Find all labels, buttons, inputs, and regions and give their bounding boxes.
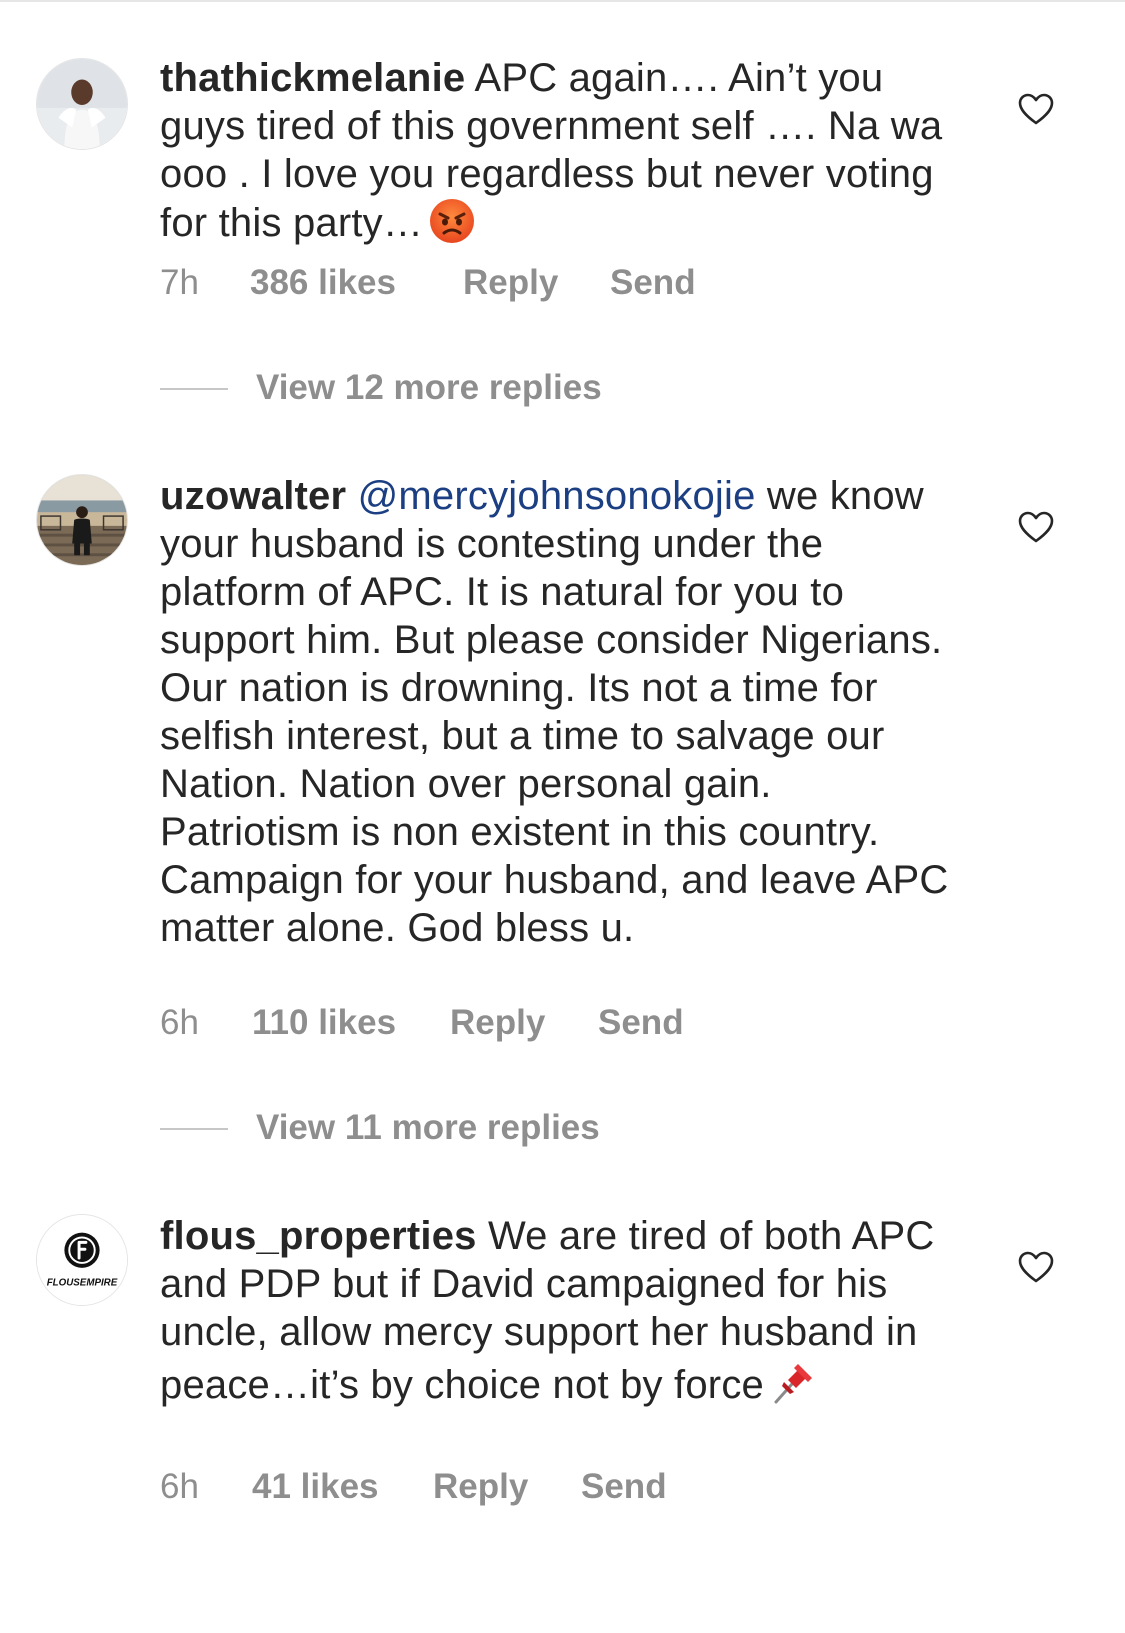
heart-outline-icon[interactable] [1017, 92, 1055, 126]
reply-button[interactable]: Reply [450, 1003, 545, 1043]
replies-divider-line [160, 388, 228, 390]
view-replies-label: View 11 more replies [256, 1108, 600, 1147]
send-button[interactable]: Send [598, 1003, 684, 1043]
angry-face-emoji [429, 198, 475, 255]
comment-time: 6h [160, 1467, 199, 1506]
pushpin-emoji [770, 1356, 820, 1417]
reply-button[interactable]: Reply [463, 263, 558, 303]
avatar-photo-icon [37, 475, 127, 565]
send-button[interactable]: Send [610, 263, 696, 303]
heart-outline-icon[interactable] [1017, 510, 1055, 544]
mention-link[interactable]: @mercyjohnsonokojie [358, 474, 756, 518]
heart-outline-icon[interactable] [1017, 1250, 1055, 1284]
comment-meta: 6h 110 likes Reply Send [160, 1003, 760, 1043]
comment-meta: 7h 386 likes Reply Send [160, 263, 760, 303]
username[interactable]: flous_properties [160, 1214, 477, 1258]
flousempire-logo-icon: FLOUSEMPIRE [37, 1215, 127, 1305]
likes-count[interactable]: 386 likes [250, 263, 396, 303]
comment-meta: 6h 41 likes Reply Send [160, 1467, 760, 1507]
comment-time: 6h [160, 1003, 199, 1042]
avatar-logo-text: FLOUSEMPIRE [47, 1277, 118, 1288]
avatar-photo-icon [37, 59, 127, 149]
comment-text: flous_properties We are tired of both AP… [160, 1212, 950, 1417]
view-more-replies-button[interactable]: View 11 more replies [160, 1108, 680, 1148]
comment-time: 7h [160, 263, 199, 302]
send-button[interactable]: Send [581, 1467, 667, 1507]
likes-count[interactable]: 41 likes [252, 1467, 379, 1507]
replies-divider-line [160, 1128, 228, 1130]
reply-button[interactable]: Reply [433, 1467, 528, 1507]
username[interactable]: thathickmelanie [160, 56, 465, 100]
likes-count[interactable]: 110 likes [252, 1003, 396, 1043]
comment-body: we know your husband is contesting under… [160, 474, 949, 950]
comment-text: uzowalter @mercyjohnsonokojie we know yo… [160, 472, 950, 952]
username[interactable]: uzowalter [160, 474, 346, 518]
comment-text: thathickmelanie APC again…. Ain’t you gu… [160, 54, 950, 255]
avatar[interactable]: FLOUSEMPIRE [36, 1214, 128, 1306]
top-divider [0, 0, 1125, 2]
view-more-replies-button[interactable]: View 12 more replies [160, 368, 680, 408]
avatar[interactable] [36, 474, 128, 566]
avatar[interactable] [36, 58, 128, 150]
view-replies-label: View 12 more replies [256, 368, 602, 407]
